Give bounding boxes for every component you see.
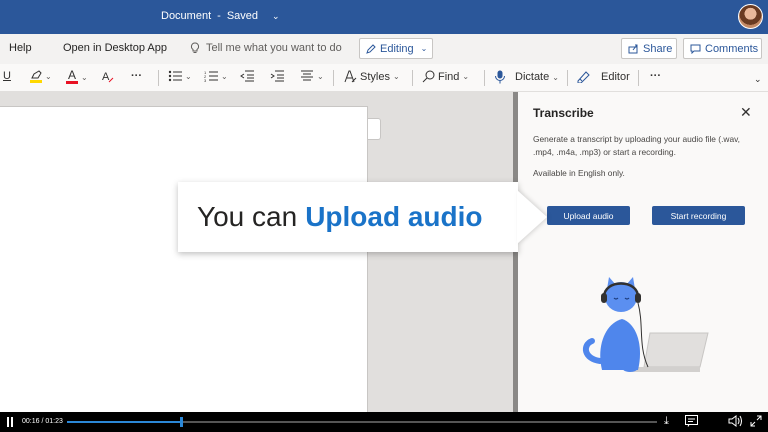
- chevron-down-icon: ⌄: [392, 72, 400, 81]
- font-color-swatch: [66, 81, 78, 84]
- numbered-list-icon: 123: [204, 70, 218, 82]
- comments-button[interactable]: Comments: [683, 38, 762, 59]
- callout-highlight-text: Upload audio: [305, 201, 483, 232]
- seek-bar-progress: [67, 421, 181, 423]
- styles-icon: [344, 70, 357, 83]
- comments-label: Comments: [705, 42, 759, 55]
- editor-pen-icon: [577, 71, 590, 83]
- editing-mode-button[interactable]: Editing ⌄: [359, 38, 433, 59]
- pane-description: Generate a transcript by uploading your …: [533, 134, 741, 157]
- chevron-down-icon: ⌄: [81, 72, 88, 82]
- highlight-color-swatch: [30, 80, 42, 83]
- pane-title: Transcribe: [533, 106, 594, 120]
- search-icon: [422, 70, 435, 83]
- dictate-label: Dictate: [515, 71, 550, 83]
- chevron-down-icon: ⌄: [221, 71, 228, 81]
- clear-formatting-icon[interactable]: A: [102, 70, 115, 83]
- captions-icon[interactable]: [685, 415, 698, 430]
- align-icon: [301, 70, 313, 81]
- ribbon-divider: [567, 70, 568, 86]
- ribbon-divider: [638, 70, 639, 86]
- cat-headphones-illustration: [582, 277, 709, 372]
- menu-bar: Help Open in Desktop App Tell me what yo…: [0, 34, 768, 64]
- chevron-down-icon: ⌄: [45, 72, 52, 81]
- more-options-button[interactable]: ···: [650, 70, 661, 82]
- share-icon: [628, 44, 638, 53]
- callout-pointer: [517, 190, 547, 244]
- chevron-down-icon: ⌄: [185, 71, 192, 81]
- ribbon-divider: [412, 70, 413, 86]
- editing-label: Editing: [380, 42, 414, 55]
- more-font-options-button[interactable]: ···: [131, 70, 142, 82]
- pause-icon[interactable]: [7, 417, 15, 427]
- chevron-down-icon: ⌄: [462, 72, 470, 81]
- document-name: Document: [161, 10, 212, 22]
- document-title[interactable]: Document - Saved ⌄: [161, 10, 280, 22]
- comment-icon: [690, 44, 701, 54]
- ribbon-toolbar: U ⌄ A ⌄ A ··· ⌄ 123 ⌄ ⌄ Styles ⌄ Find ⌄ …: [0, 64, 768, 92]
- page-side-marker: [368, 118, 381, 140]
- microphone-icon: [495, 70, 505, 84]
- share-label: Share: [643, 42, 673, 55]
- ribbon-divider: [158, 70, 159, 86]
- start-recording-button[interactable]: Start recording: [652, 206, 745, 225]
- chevron-down-icon: ⌄: [272, 10, 280, 21]
- editor-button[interactable]: Editor: [577, 70, 630, 83]
- styles-label: Styles: [360, 70, 390, 83]
- decrease-indent-icon[interactable]: [240, 70, 254, 82]
- underline-button[interactable]: U: [3, 70, 11, 82]
- ribbon-divider: [484, 70, 485, 86]
- upload-audio-button[interactable]: Upload audio: [547, 206, 630, 225]
- paragraph-align-button[interactable]: ⌄: [300, 70, 324, 82]
- tell-me-search[interactable]: Tell me what you want to do: [190, 42, 342, 54]
- svg-text:A: A: [102, 71, 110, 83]
- transcribe-pane: Transcribe ✕ Generate a transcript by up…: [518, 92, 768, 412]
- svg-text:3: 3: [204, 78, 207, 82]
- highlighter-icon: [31, 70, 42, 79]
- find-label: Find: [438, 70, 460, 83]
- increase-indent-icon[interactable]: [270, 70, 284, 82]
- availability-note: Available in English only.: [533, 168, 625, 178]
- fullscreen-icon[interactable]: [750, 415, 762, 430]
- numbering-button[interactable]: 123 ⌄: [204, 70, 228, 82]
- find-button[interactable]: Find ⌄: [422, 70, 469, 83]
- chevron-down-icon: ⌄: [420, 44, 428, 53]
- menu-help[interactable]: Help: [9, 42, 32, 54]
- highlight-color-button[interactable]: ⌄: [30, 70, 52, 83]
- styles-button[interactable]: Styles ⌄: [343, 70, 400, 83]
- callout-lead-text: You can: [197, 201, 298, 232]
- pencil-icon: [366, 43, 376, 54]
- chevron-down-icon: ⌄: [317, 71, 324, 81]
- bullet-list-icon: [168, 70, 182, 82]
- tell-me-placeholder: Tell me what you want to do: [206, 42, 342, 54]
- menu-open-desktop-app[interactable]: Open in Desktop App: [63, 42, 167, 54]
- close-icon[interactable]: ✕: [740, 104, 752, 121]
- editor-label: Editor: [601, 70, 630, 83]
- save-status: Saved: [226, 10, 259, 22]
- tutorial-callout: You can Upload audio: [178, 182, 518, 252]
- collapse-ribbon-icon[interactable]: ⌄: [754, 74, 762, 85]
- document-page[interactable]: [0, 106, 368, 412]
- video-controls: 00:16 / 01:23 ⤓: [0, 412, 768, 432]
- bullets-button[interactable]: ⌄: [168, 70, 192, 82]
- dictate-button[interactable]: Dictate ⌄: [494, 70, 559, 84]
- title-separator: -: [217, 10, 221, 22]
- volume-icon[interactable]: [728, 415, 742, 430]
- ribbon-divider: [333, 70, 334, 86]
- document-canvas[interactable]: [0, 92, 515, 412]
- title-bar: Document - Saved ⌄: [0, 0, 768, 34]
- seek-bar[interactable]: [67, 417, 657, 427]
- font-color-glyph: A: [67, 68, 76, 82]
- seek-bar-handle[interactable]: [179, 417, 183, 427]
- font-color-button[interactable]: A ⌄: [66, 68, 88, 84]
- download-icon[interactable]: ⤓: [664, 415, 669, 428]
- avatar[interactable]: [738, 4, 763, 29]
- lightbulb-icon: [190, 42, 200, 53]
- chevron-down-icon: ⌄: [552, 72, 559, 82]
- share-button[interactable]: Share: [621, 38, 677, 59]
- playback-time: 00:16 / 01:23: [22, 418, 63, 425]
